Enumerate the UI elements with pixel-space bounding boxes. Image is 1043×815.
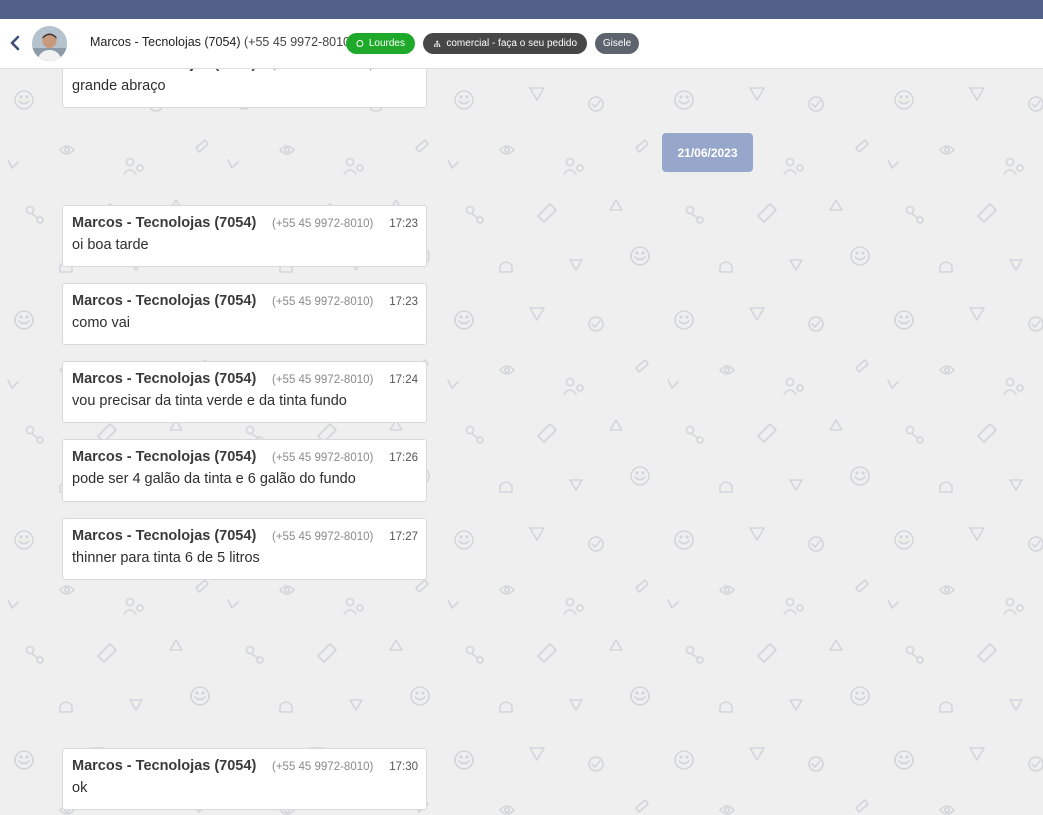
org-chart-icon: [433, 40, 441, 47]
message-phone: (+55 45 9972-8010): [272, 374, 374, 386]
message-bubble: Marcos - Tecnolojas (7054) (+55 45 9972-…: [62, 748, 427, 810]
message-text: thinner para tinta 6 de 5 litros: [72, 550, 260, 566]
message-text: pode ser 4 galão da tinta e 6 galão do f…: [72, 471, 356, 487]
window-top-bar: [0, 0, 1043, 19]
message-phone: (+55 45 9972-8010): [272, 531, 374, 543]
chat-header: Marcos - Tecnolojas (7054) (+55 45 9972-…: [0, 19, 1043, 69]
message-time: 17:24: [389, 374, 418, 386]
avatar-photo: [32, 26, 67, 61]
contact-name: Marcos - Tecnolojas (7054): [90, 35, 241, 49]
contact-avatar[interactable]: [32, 26, 67, 61]
whatsapp-icon: [356, 40, 364, 47]
message-sender: Marcos - Tecnolojas (7054): [72, 528, 257, 544]
message-text: como vai: [72, 315, 131, 331]
date-separator: 21/06/2023: [662, 133, 753, 172]
message-time: 17:26: [389, 452, 418, 464]
tag-label: Lourdes: [368, 38, 405, 49]
message-bubble: Marcos - Tecnolojas (7054) (+55 45 9972-…: [62, 361, 427, 423]
department-tag[interactable]: comercial - faça o seu pedido: [423, 33, 587, 54]
message-sender: Marcos - Tecnolojas (7054): [72, 758, 257, 774]
message-phone: (+55 45 9972-8010): [272, 452, 374, 464]
message-bubble: Marcos - Tecnolojas (7054) (+55 45 9972-…: [62, 205, 427, 267]
message-phone: (+55 45 9972-8010): [272, 761, 374, 773]
message-text: grande abraço: [72, 78, 166, 94]
message-phone: (+55 45 9972-8010): [272, 218, 374, 230]
message-text: vou precisar da tinta verde e da tinta f…: [72, 393, 347, 409]
chevron-left-icon: [10, 35, 20, 51]
message-bubble: Marcos - Tecnolojas (7054) (+55 45 9972-…: [62, 283, 427, 345]
message-sender: Marcos - Tecnolojas (7054): [72, 449, 257, 465]
message-bubble: Marcos - Tecnolojas (7054) (+55 45 9972-…: [62, 439, 427, 502]
message-bubble: Marcos - Tecnolojas (7054) (+55 45 9972-…: [62, 518, 427, 580]
message-time: 17:23: [389, 296, 418, 308]
contact-phone: (+55 45 9972-8010): [244, 35, 355, 49]
tag-label: comercial - faça o seu pedido: [446, 38, 577, 49]
contact-title: Marcos - Tecnolojas (7054) (+55 45 9972-…: [90, 35, 354, 49]
message-text: ok: [72, 780, 88, 796]
agent-tag-lourdes[interactable]: Lourdes: [346, 33, 415, 54]
message-sender: Marcos - Tecnolojas (7054): [72, 293, 257, 309]
message-time: 17:30: [389, 761, 418, 773]
back-button[interactable]: [6, 33, 24, 53]
tag-label: Gisele: [602, 38, 632, 49]
message-sender: Marcos - Tecnolojas (7054): [72, 371, 257, 387]
user-tag-gisele[interactable]: Gisele: [595, 33, 639, 54]
message-sender: Marcos - Tecnolojas (7054): [72, 215, 257, 231]
message-time: 17:27: [389, 531, 418, 543]
message-text: oi boa tarde: [72, 237, 149, 253]
message-time: 17:23: [389, 218, 418, 230]
message-phone: (+55 45 9972-8010): [272, 296, 374, 308]
